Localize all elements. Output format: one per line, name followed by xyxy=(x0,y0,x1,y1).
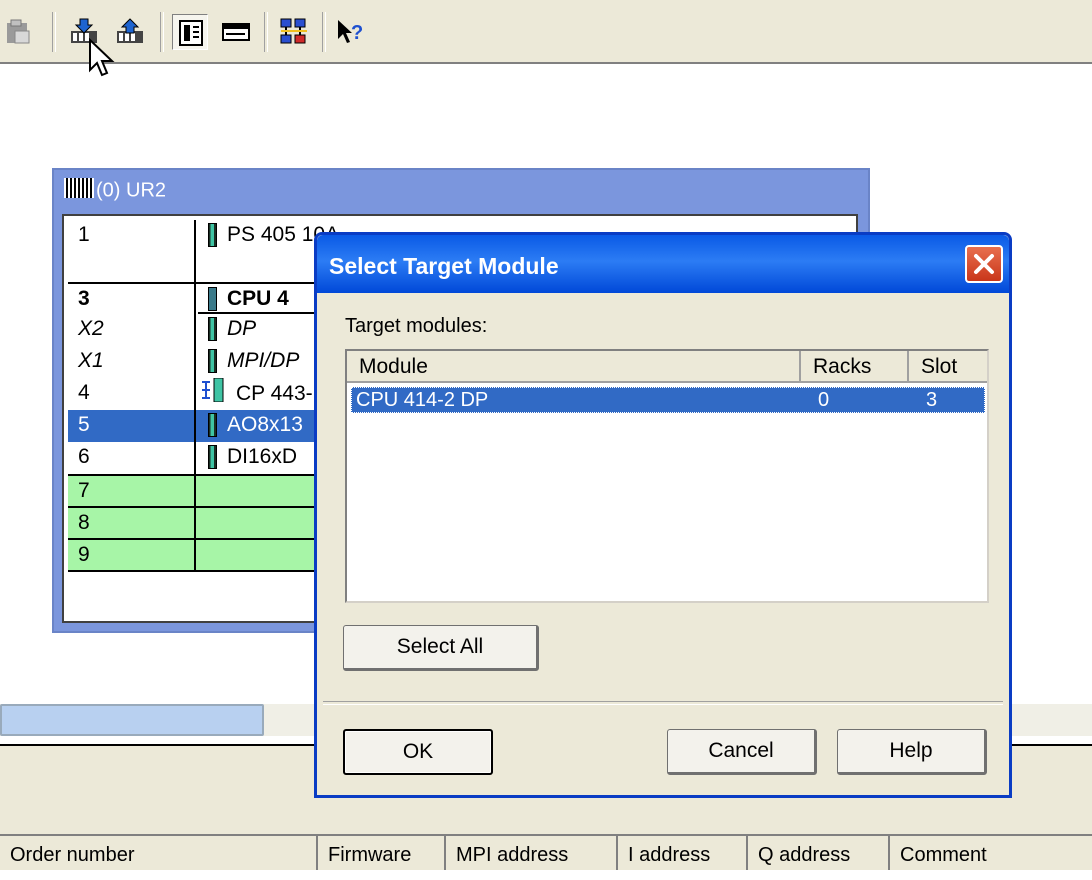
catalog-icon[interactable] xyxy=(172,14,208,50)
slot-number: 7 xyxy=(68,476,196,506)
scrollbar-thumb[interactable] xyxy=(0,704,264,736)
slot-number: 1 xyxy=(68,220,196,282)
toolbar-separator xyxy=(52,12,56,52)
close-button[interactable] xyxy=(965,245,1003,283)
toolbar: ? xyxy=(0,0,1092,77)
dialog-separator xyxy=(323,701,1003,705)
slot-number: 5 xyxy=(68,410,196,442)
cp-module-icon xyxy=(200,377,232,411)
dialog-title-bar[interactable]: Select Target Module xyxy=(317,235,1009,293)
module-icon xyxy=(208,445,217,470)
rack-title: (0) UR2 xyxy=(64,176,166,206)
module-name: MPI/DP xyxy=(227,349,300,372)
column-header-slot[interactable]: Slot xyxy=(909,351,987,383)
select-target-module-dialog: Select Target Module Target modules: Mod… xyxy=(314,232,1012,798)
toolbar-separator xyxy=(160,12,164,52)
slot-number: 9 xyxy=(68,540,196,570)
context-help-icon[interactable]: ? xyxy=(332,14,368,50)
module-name: CPU 4 xyxy=(227,287,289,310)
list-item-selected[interactable]: CPU 414-2 DP 0 3 xyxy=(351,387,985,413)
module-view-icon[interactable] xyxy=(218,14,254,50)
close-icon xyxy=(974,254,994,274)
toolbar-separator xyxy=(322,12,326,52)
detail-table-row[interactable] xyxy=(0,870,1092,880)
module-name: AO8x13 xyxy=(227,413,303,436)
rack-number: 0 xyxy=(818,389,830,411)
column-header-module[interactable]: Module xyxy=(347,351,801,383)
module-icon xyxy=(208,349,217,374)
upload-to-pg-icon[interactable] xyxy=(112,14,148,50)
target-modules-list[interactable]: Module Racks Slot CPU 414-2 DP 0 3 xyxy=(345,349,989,603)
paste-icon[interactable] xyxy=(0,14,36,50)
slot-number: X1 xyxy=(68,346,196,378)
slot-number: 4 xyxy=(68,378,196,410)
module-icon xyxy=(208,223,217,248)
network-icon[interactable] xyxy=(276,14,312,50)
module-icon xyxy=(208,413,217,438)
toolbar-separator xyxy=(264,12,268,52)
mouse-cursor-icon xyxy=(89,38,115,77)
dialog-title: Select Target Module xyxy=(329,253,559,279)
cpu-module-icon xyxy=(208,287,217,312)
select-all-button[interactable]: Select All xyxy=(343,625,539,671)
rack-title-text: (0) UR2 xyxy=(96,179,167,202)
slot-number: 3 xyxy=(68,284,196,314)
module-name: CPU 414-2 DP xyxy=(356,389,489,411)
slot-number: 8 xyxy=(68,508,196,538)
slot-number: 3 xyxy=(926,389,938,411)
slot-number: X2 xyxy=(68,314,196,346)
svg-text:?: ? xyxy=(351,22,363,44)
slot-number: 6 xyxy=(68,442,196,474)
cancel-button[interactable]: Cancel xyxy=(667,729,817,775)
module-name: DI16xD xyxy=(227,445,298,468)
rack-icon xyxy=(64,176,94,206)
module-name: CP 443- xyxy=(236,382,313,406)
target-modules-label: Target modules: xyxy=(345,315,488,337)
column-header-racks[interactable]: Racks xyxy=(801,351,909,383)
module-icon xyxy=(208,317,217,342)
help-button[interactable]: Help xyxy=(837,729,987,775)
ok-button[interactable]: OK xyxy=(343,729,493,775)
module-name: DP xyxy=(227,317,257,340)
